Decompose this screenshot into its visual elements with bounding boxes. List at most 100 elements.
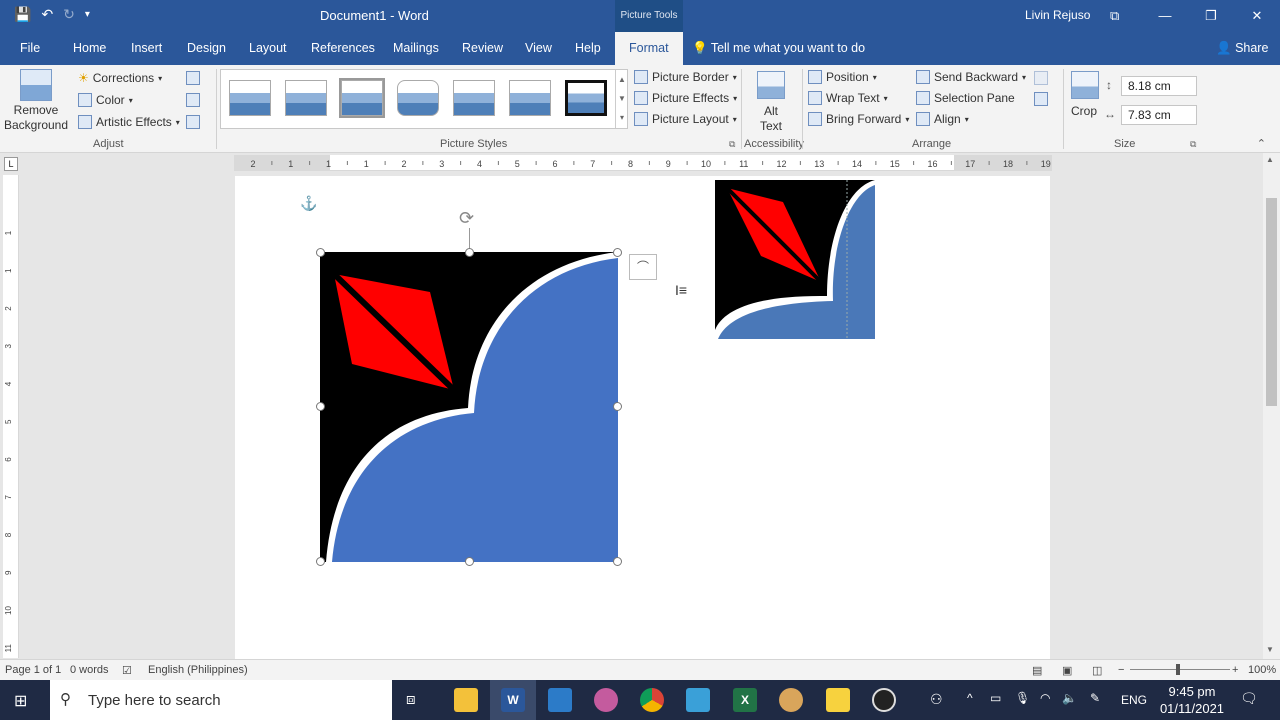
chrome-icon[interactable] (640, 688, 664, 712)
position-button[interactable]: Position ▾ (808, 70, 877, 84)
notifications-icon[interactable]: 🗨 (1240, 690, 1258, 707)
undo-icon[interactable]: ↶ (41, 6, 53, 23)
pen-icon[interactable]: ✎ (1090, 691, 1100, 705)
redo-icon[interactable]: ↻ (63, 6, 75, 23)
sticky-notes-icon[interactable] (826, 688, 850, 712)
picture-style-6[interactable] (509, 80, 551, 116)
zoom-slider[interactable] (1130, 669, 1230, 670)
restore-button[interactable]: ❐ (1188, 0, 1234, 32)
vertical-ruler[interactable]: 1123456789101112 (3, 175, 19, 658)
web-layout-icon[interactable]: ◫ (1092, 664, 1102, 677)
word-taskbar-icon[interactable]: W (501, 688, 525, 712)
tab-references[interactable]: References (311, 32, 375, 65)
layout-options-icon[interactable]: ⌒ (629, 254, 657, 280)
rotate-handle-icon[interactable]: ⟳ (459, 208, 474, 229)
resize-handle-left[interactable] (316, 402, 325, 411)
scroll-thumb[interactable] (1266, 198, 1277, 406)
task-view-icon[interactable]: ⧈ (406, 691, 416, 708)
resize-handle-right[interactable] (613, 402, 622, 411)
excel-icon[interactable]: X (733, 688, 757, 712)
small-picture[interactable] (715, 180, 875, 339)
page-count[interactable]: Page 1 of 1 (5, 664, 61, 676)
picture-style-3[interactable] (341, 80, 383, 116)
customize-qat-icon[interactable]: ▾ (85, 9, 90, 20)
scroll-up-icon[interactable]: ▲ (1266, 155, 1274, 164)
file-explorer-icon[interactable] (454, 688, 478, 712)
size-dialog-launcher-icon[interactable]: ⧉ (1190, 139, 1196, 150)
volume-icon[interactable]: 🔈 (1062, 691, 1077, 705)
people-icon[interactable]: ⚇ (930, 691, 943, 708)
resize-handle-bottom[interactable] (465, 557, 474, 566)
share-button[interactable]: 👤 Share (1216, 32, 1268, 65)
battery-icon[interactable]: ▭ (990, 691, 1001, 705)
taskbar-search-box[interactable]: ⚲ Type here to search (50, 680, 392, 720)
user-name[interactable]: Livin Rejuso (1025, 8, 1090, 22)
picture-style-7[interactable] (565, 80, 607, 116)
wifi-icon[interactable]: ◠ (1040, 691, 1050, 705)
group-objects-icon[interactable] (1034, 71, 1048, 85)
tab-format[interactable]: Format (615, 32, 683, 65)
horizontal-ruler[interactable]: 2 1 1 1 2 3 4 5 6 7 8 9 10 11 12 13 14 15 16 17 18 19 (234, 155, 1052, 171)
scroll-down-icon[interactable]: ▼ (1266, 645, 1274, 654)
resize-handle-top[interactable] (465, 248, 474, 257)
crop-icon[interactable] (1071, 71, 1099, 99)
microphone-icon[interactable]: 🎙 (1015, 691, 1030, 705)
selected-picture[interactable] (320, 252, 618, 562)
resize-handle-top-left[interactable] (316, 248, 325, 257)
tab-review[interactable]: Review (462, 32, 503, 65)
change-picture-icon[interactable] (186, 93, 200, 107)
picture-border-button[interactable]: Picture Border ▾ (634, 70, 737, 84)
taskbar-clock[interactable]: 9:45 pm 01/11/2021 (1150, 683, 1234, 717)
language-indicator[interactable]: English (Philippines) (148, 664, 248, 676)
send-backward-button[interactable]: Send Backward ▾ (916, 70, 1026, 84)
zoom-level[interactable]: 100% (1248, 664, 1276, 676)
shape-height-input[interactable]: 8.18 cm (1121, 76, 1197, 96)
tab-insert[interactable]: Insert (131, 32, 162, 65)
input-language[interactable]: ENG (1121, 693, 1147, 707)
gallery-scroll[interactable]: ▲ ▼ ▾ (615, 70, 628, 128)
app-icon-blue[interactable] (548, 688, 572, 712)
save-icon[interactable]: 💾 (14, 6, 31, 23)
align-button[interactable]: Align ▾ (916, 112, 969, 126)
alt-text-icon[interactable] (757, 71, 785, 99)
resize-handle-bottom-left[interactable] (316, 557, 325, 566)
read-mode-icon[interactable]: ▤ (1032, 664, 1042, 677)
zoom-slider-thumb[interactable] (1176, 664, 1180, 675)
obs-icon[interactable] (872, 688, 896, 712)
rotate-objects-icon[interactable] (1034, 92, 1048, 106)
close-button[interactable]: ✕ (1234, 0, 1280, 32)
picture-style-5[interactable] (453, 80, 495, 116)
wrap-text-button[interactable]: Wrap Text ▾ (808, 91, 888, 105)
resize-handle-top-right[interactable] (613, 248, 622, 257)
paint-icon[interactable] (594, 688, 618, 712)
selection-pane-button[interactable]: Selection Pane (916, 91, 1015, 105)
resize-handle-bottom-right[interactable] (613, 557, 622, 566)
windows-start-icon[interactable]: ⊞ (14, 691, 27, 711)
picture-style-4[interactable] (397, 80, 439, 116)
shape-width-input[interactable]: 7.83 cm (1121, 105, 1197, 125)
tab-view[interactable]: View (525, 32, 552, 65)
tab-file[interactable]: File (20, 32, 40, 65)
zoom-out-icon[interactable]: − (1118, 664, 1124, 676)
picture-effects-button[interactable]: Picture Effects ▾ (634, 91, 737, 105)
tab-layout[interactable]: Layout (249, 32, 287, 65)
remove-background-icon[interactable] (20, 69, 52, 101)
corrections-button[interactable]: ☀ Corrections ▾ (78, 71, 162, 85)
vertical-scrollbar[interactable]: ▲ ▼ (1263, 153, 1280, 659)
tab-help[interactable]: Help (575, 32, 601, 65)
word-count[interactable]: 0 words (70, 664, 109, 676)
tell-me-search[interactable]: 💡 Tell me what you want to do (692, 32, 865, 65)
artistic-effects-button[interactable]: Artistic Effects ▾ (78, 115, 180, 129)
print-layout-icon[interactable]: ▣ (1062, 664, 1072, 677)
tray-chevron-icon[interactable]: ^ (967, 691, 973, 705)
compress-pictures-icon[interactable] (186, 71, 200, 85)
ribbon-display-options-icon[interactable]: ⧉ (1110, 8, 1119, 24)
dialog-launcher-icon[interactable]: ⧉ (729, 139, 735, 150)
picture-style-1[interactable] (229, 80, 271, 116)
tab-design[interactable]: Design (187, 32, 226, 65)
remove-background-button[interactable]: Remove Background (2, 103, 70, 133)
tab-mailings[interactable]: Mailings (393, 32, 439, 65)
bring-forward-button[interactable]: Bring Forward ▾ (808, 112, 909, 126)
reset-picture-icon[interactable] (186, 115, 200, 129)
collapse-ribbon-icon[interactable]: ⌃ (1257, 137, 1266, 150)
